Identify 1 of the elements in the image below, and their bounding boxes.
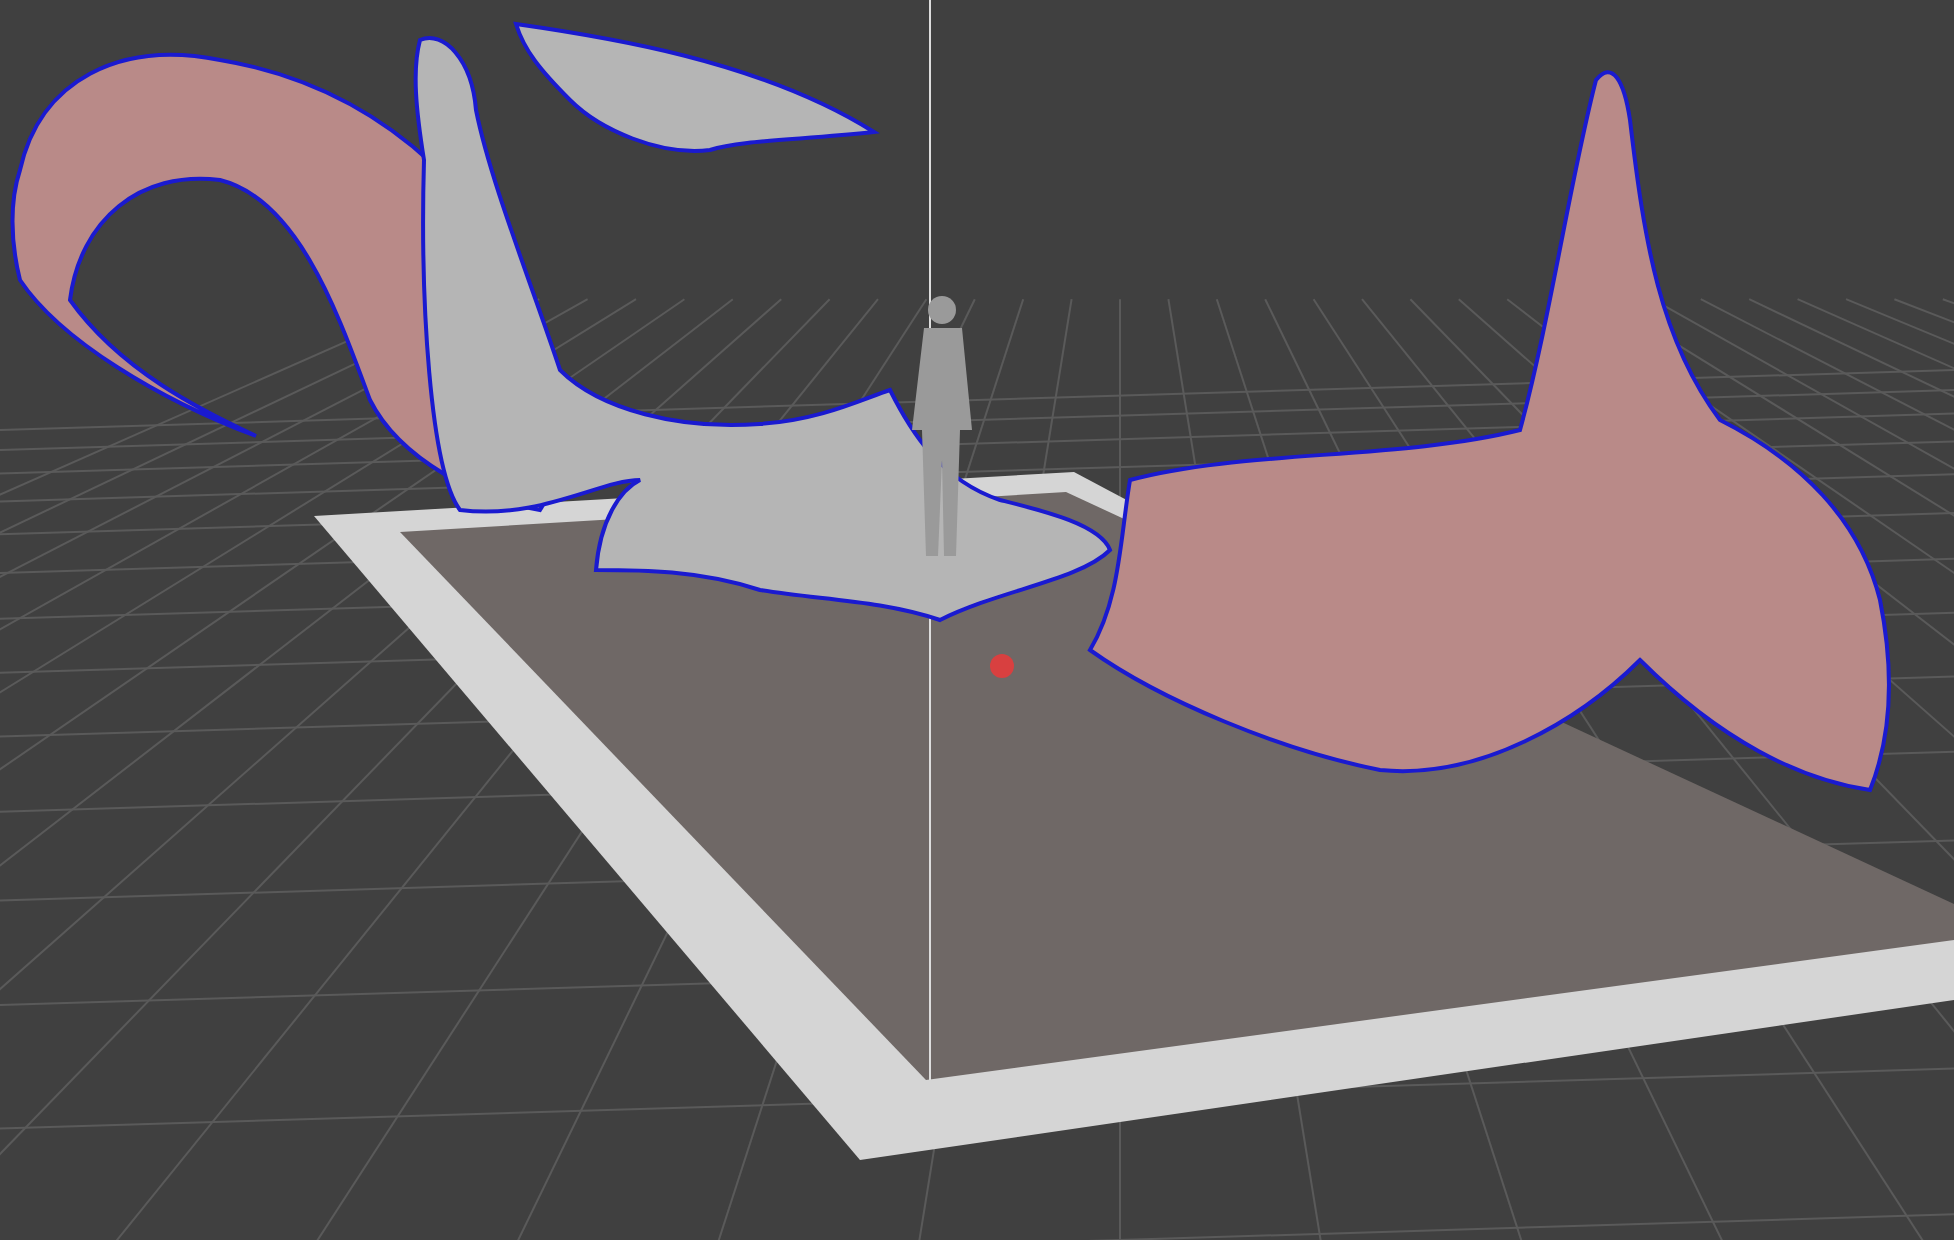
3d-viewport[interactable] (0, 0, 1954, 1240)
